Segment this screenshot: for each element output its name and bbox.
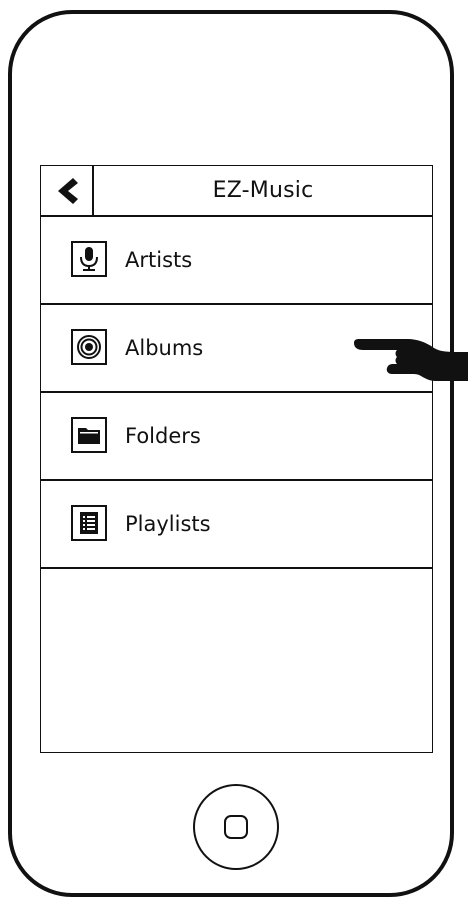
menu-item-folders[interactable]: Folders xyxy=(41,393,432,481)
menu-item-label: Albums xyxy=(125,336,204,360)
home-button[interactable] xyxy=(193,784,279,870)
menu-item-label: Folders xyxy=(125,424,201,448)
home-button-icon xyxy=(224,815,248,839)
menu-item-playlists[interactable]: Playlists xyxy=(41,481,432,569)
back-button[interactable] xyxy=(41,166,94,215)
page-title: EZ-Music xyxy=(212,178,314,203)
menu-item-artists[interactable]: Artists xyxy=(41,217,432,305)
app-screen: EZ-Music Artists Albums Folders Playlist… xyxy=(40,165,433,753)
chevron-left-icon xyxy=(57,177,78,204)
menu-item-label: Playlists xyxy=(125,512,211,536)
menu-item-label: Artists xyxy=(125,248,193,272)
title-bar: EZ-Music xyxy=(41,166,432,217)
folder-icon xyxy=(71,417,107,453)
music-menu: Artists Albums Folders Playlists xyxy=(41,217,432,569)
pointing-hand-icon xyxy=(354,339,468,381)
microphone-icon xyxy=(71,241,107,277)
album-icon xyxy=(71,329,107,365)
list-icon xyxy=(71,505,107,541)
